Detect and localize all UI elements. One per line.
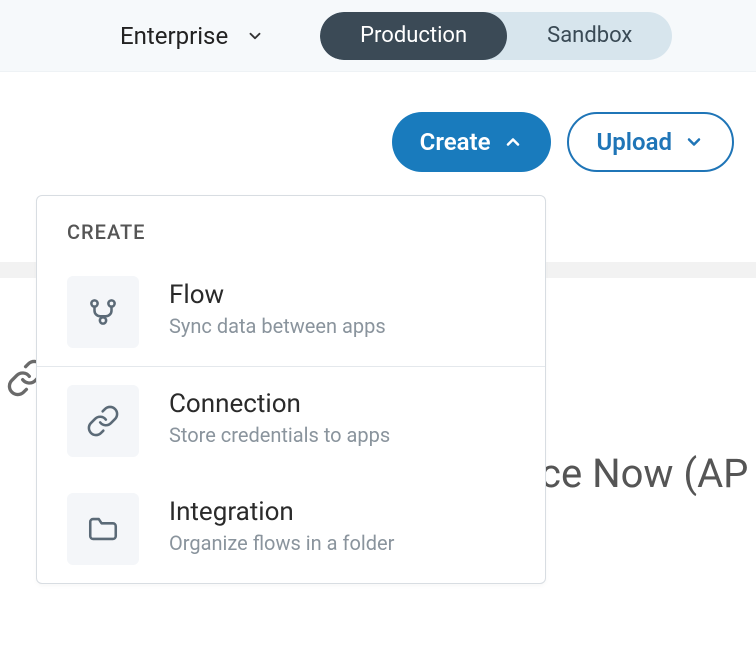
create-button-label: Create	[420, 128, 491, 156]
create-item-flow-text: Flow Sync data between apps	[169, 276, 386, 338]
create-item-connection-title: Connection	[169, 389, 390, 419]
create-item-flow-desc: Sync data between apps	[169, 314, 386, 338]
top-bar: Enterprise Production Sandbox	[0, 0, 756, 72]
upload-button[interactable]: Upload	[567, 112, 734, 172]
environment-toggle: Production Sandbox	[320, 12, 672, 60]
workspace-label: Enterprise	[120, 22, 228, 50]
create-item-integration-title: Integration	[169, 497, 394, 527]
create-dropdown: CREATE Flow Sync data between apps Conne…	[36, 195, 546, 584]
create-button[interactable]: Create	[392, 112, 551, 172]
upload-button-label: Upload	[597, 128, 672, 156]
workspace-selector[interactable]: Enterprise	[120, 22, 264, 50]
create-dropdown-section-secondary: Connection Store credentials to apps Int…	[37, 366, 545, 583]
env-sandbox[interactable]: Sandbox	[507, 12, 672, 60]
create-item-integration-desc: Organize flows in a folder	[169, 531, 394, 555]
create-item-connection[interactable]: Connection Store credentials to apps	[37, 367, 545, 475]
create-item-integration-text: Integration Organize flows in a folder	[169, 493, 394, 555]
create-item-flow-title: Flow	[169, 280, 386, 310]
env-production-label: Production	[360, 23, 467, 48]
background-title-fragment: ce Now (AP	[540, 450, 748, 497]
folder-icon	[67, 493, 139, 565]
chevron-down-icon	[684, 132, 704, 152]
create-dropdown-heading: CREATE	[37, 196, 545, 258]
action-bar: Create Upload	[0, 72, 756, 172]
env-sandbox-label: Sandbox	[547, 23, 632, 48]
create-item-connection-desc: Store credentials to apps	[169, 423, 390, 447]
link-icon	[67, 385, 139, 457]
create-item-integration[interactable]: Integration Organize flows in a folder	[37, 475, 545, 583]
create-dropdown-section-primary: Flow Sync data between apps	[37, 258, 545, 366]
env-production[interactable]: Production	[320, 12, 507, 60]
create-item-connection-text: Connection Store credentials to apps	[169, 385, 390, 447]
create-item-flow[interactable]: Flow Sync data between apps	[37, 258, 545, 366]
chevron-up-icon	[503, 132, 523, 152]
chevron-down-icon	[246, 27, 264, 45]
branch-icon	[67, 276, 139, 348]
